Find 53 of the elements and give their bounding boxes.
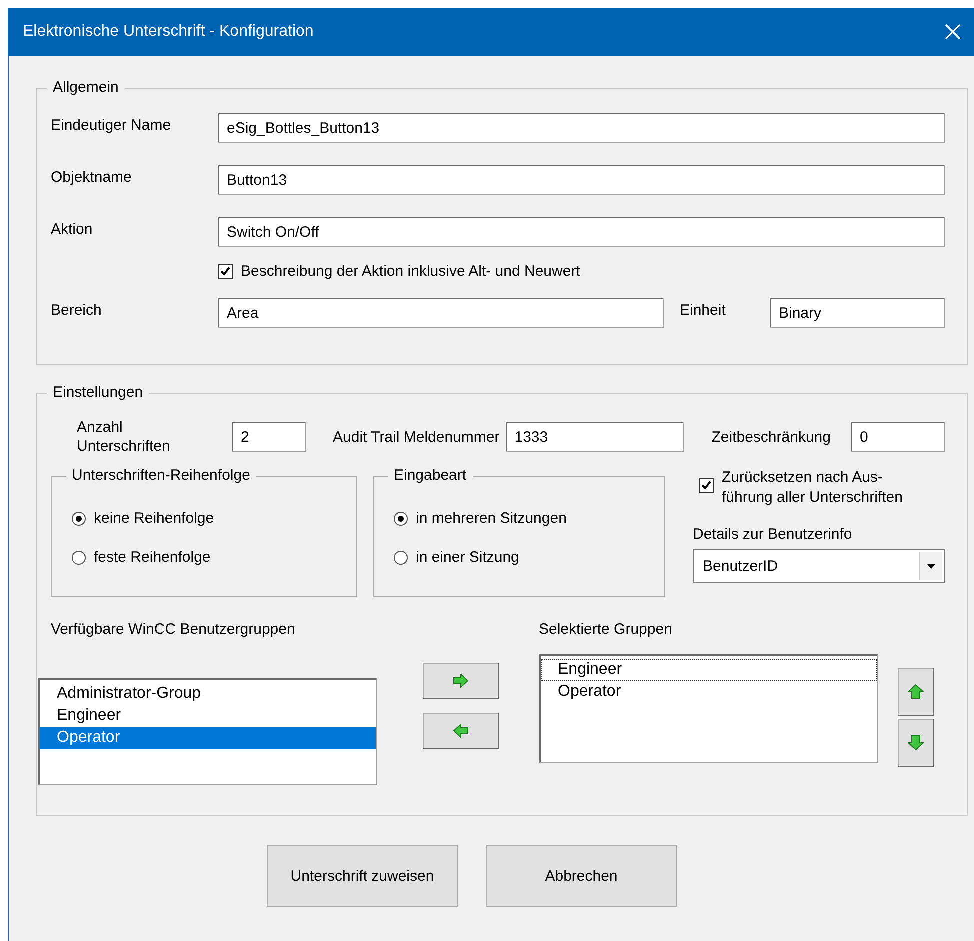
- checkbox[interactable]: [218, 264, 233, 279]
- radio-button[interactable]: [72, 550, 86, 564]
- list-item[interactable]: Engineer: [541, 659, 877, 681]
- field-label: Einheit: [679, 301, 727, 319]
- text-field[interactable]: 0: [850, 422, 945, 452]
- list-item[interactable]: Operator: [541, 681, 877, 703]
- list-item[interactable]: Engineer: [40, 705, 376, 727]
- field-label: Anzahl Unterschriften: [77, 418, 172, 456]
- right-arrow-icon: [453, 674, 469, 688]
- checkbox[interactable]: [699, 478, 714, 493]
- dropdown-arrow-icon: [926, 564, 936, 568]
- field-label: Audit Trail Meldenummer: [333, 428, 500, 446]
- text-field[interactable]: Switch On/Off: [218, 217, 945, 247]
- checkbox-label: Zurücksetzen nach Aus- führung aller Unterschriften: [722, 468, 903, 508]
- radio-button[interactable]: [394, 512, 408, 526]
- move-up-button[interactable]: [898, 668, 934, 716]
- field-label: Zeitbeschränkung: [712, 428, 831, 446]
- radio-button[interactable]: [394, 550, 408, 564]
- arrow-button[interactable]: [423, 663, 499, 699]
- left-arrow-icon: [453, 724, 469, 738]
- group-title: Einstellungen: [47, 384, 150, 401]
- text-field[interactable]: Binary: [770, 298, 945, 328]
- list-item[interactable]: Operator: [40, 727, 376, 749]
- list-label: Selektierte Gruppen: [539, 621, 674, 638]
- field-label: Aktion: [51, 220, 94, 238]
- radio-label: feste Reihenfolge: [94, 549, 211, 566]
- arrow-button[interactable]: [423, 713, 499, 749]
- dropdown[interactable]: BenutzerID: [693, 549, 945, 583]
- text-field[interactable]: eSig_Bottles_Button13: [218, 113, 945, 143]
- text-field[interactable]: Button13: [218, 165, 945, 195]
- group-title: Allgemein: [47, 79, 125, 96]
- group-title: Unterschriften-Reihenfolge: [66, 467, 256, 484]
- text-field[interactable]: 1333: [506, 422, 684, 452]
- up-arrow-icon: [908, 684, 924, 700]
- list-item[interactable]: Administrator-Group: [40, 683, 376, 705]
- list-label: Verfügbare WinCC Benutzergruppen: [51, 621, 296, 638]
- dialog-button[interactable]: Abbrechen: [486, 845, 677, 907]
- field-label: Eindeutiger Name: [51, 116, 172, 134]
- radio-label: in mehreren Sitzungen: [416, 510, 567, 527]
- down-arrow-icon: [908, 735, 924, 751]
- text-field[interactable]: 2: [232, 422, 306, 452]
- field-label: Bereich: [51, 301, 103, 319]
- text-field[interactable]: Area: [218, 298, 664, 328]
- field-label: Details zur Benutzerinfo: [693, 526, 854, 543]
- radio-button[interactable]: [72, 512, 86, 526]
- group-title: Eingabeart: [388, 467, 473, 484]
- move-down-button[interactable]: [898, 719, 934, 767]
- dialog-button[interactable]: Unterschrift zuweisen: [267, 845, 458, 907]
- checkbox-label: Beschreibung der Aktion inklusive Alt- und Neuwert: [241, 263, 580, 280]
- radio-label: keine Reihenfolge: [94, 510, 214, 527]
- radio-label: in einer Sitzung: [416, 549, 520, 566]
- field-label: Objektname: [51, 168, 133, 186]
- window-title: Elektronische Unterschrift - Konfiguration: [23, 23, 314, 41]
